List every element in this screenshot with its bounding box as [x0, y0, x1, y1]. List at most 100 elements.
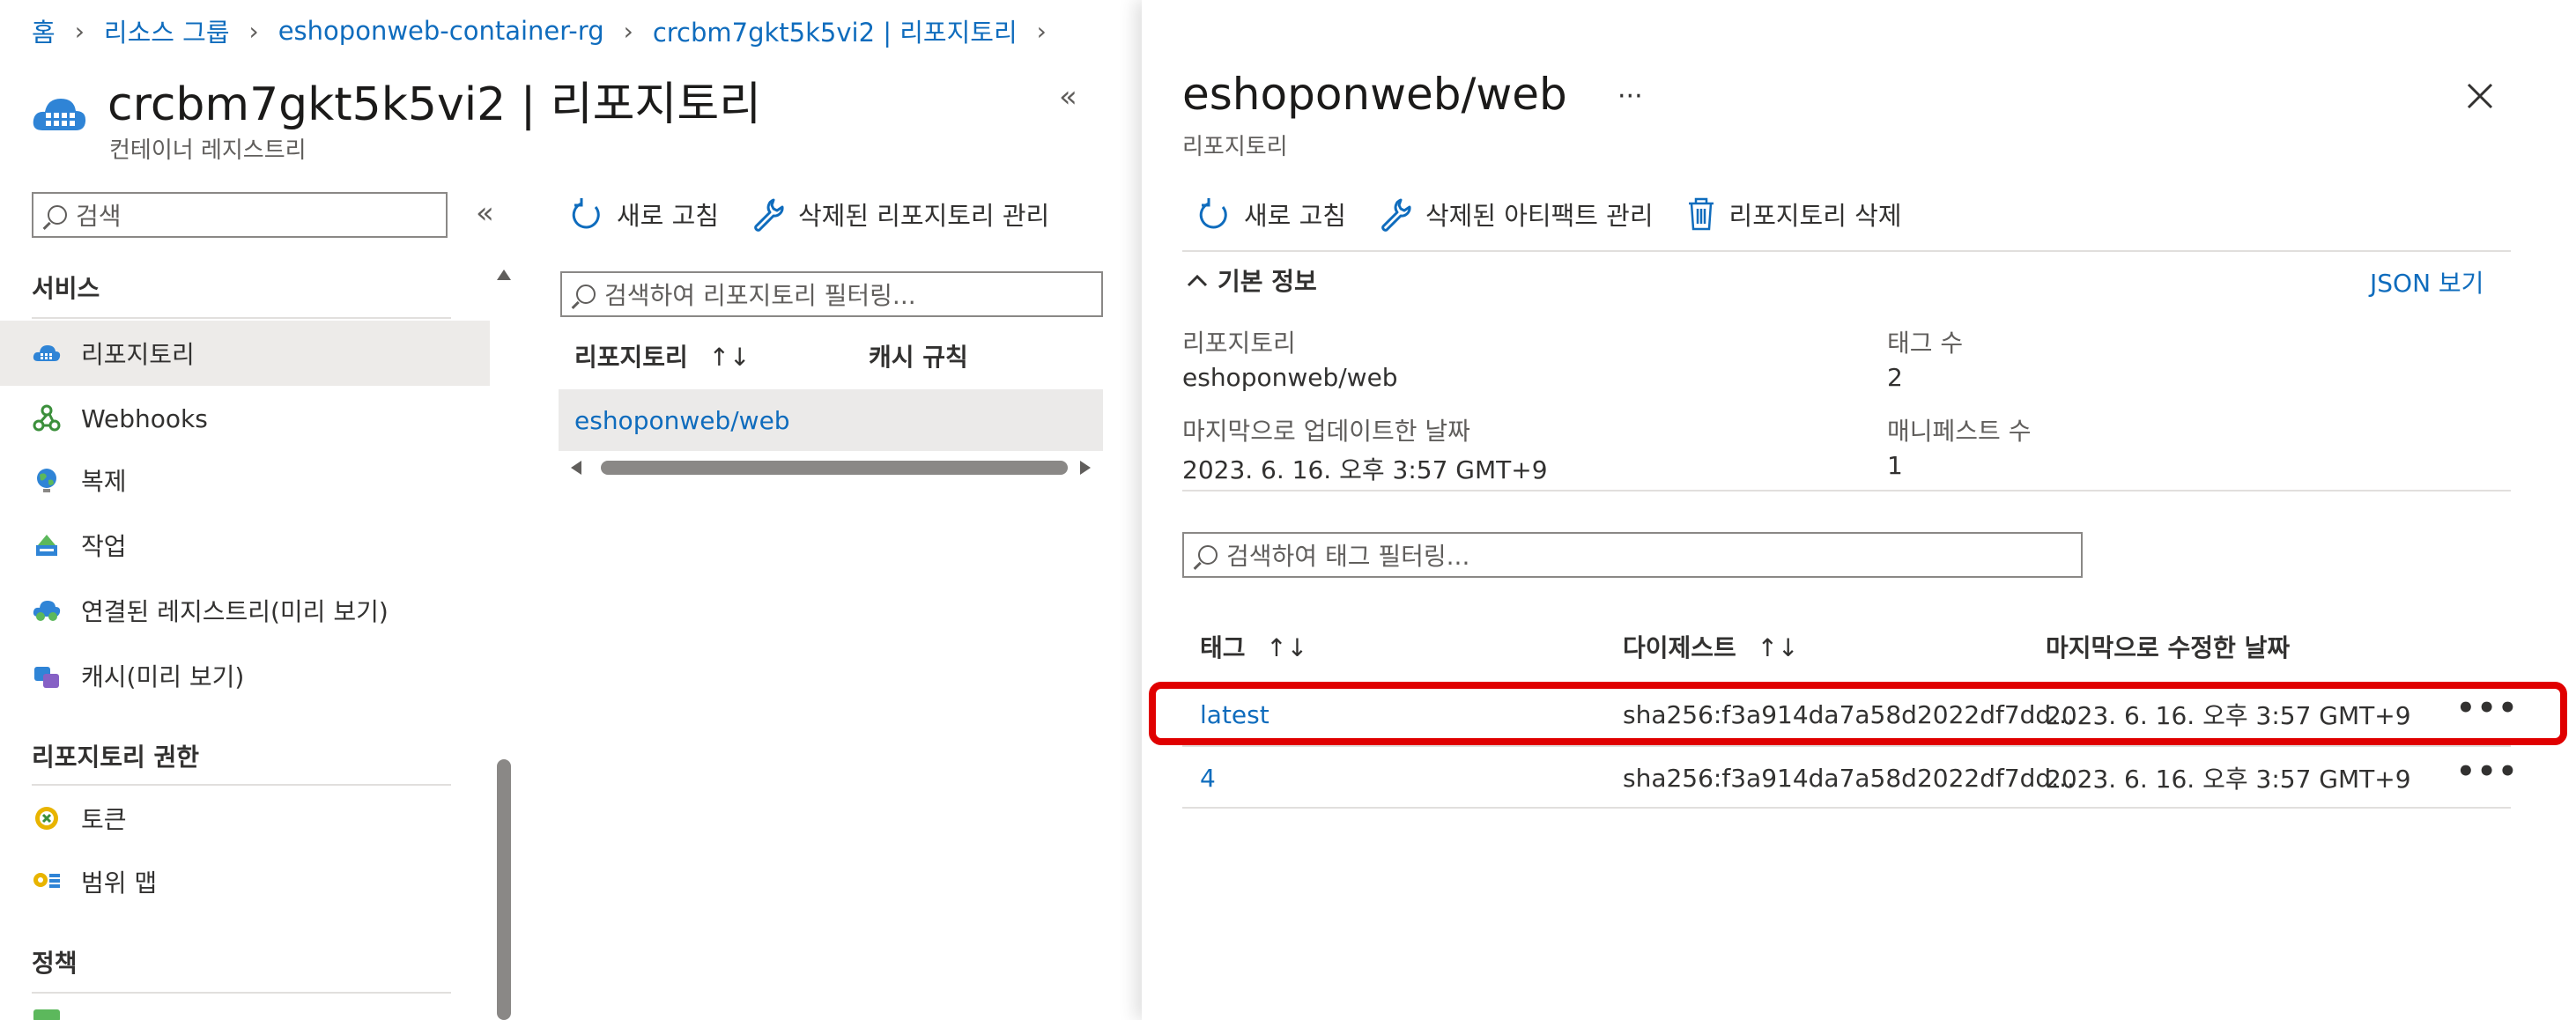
repository-toolbar: 새로 고침 삭제된 리포지토리 관리 [569, 196, 1081, 233]
json-view-link[interactable]: JSON 보기 [2370, 264, 2483, 299]
last-updated-label: 마지막으로 업데이트한 날짜 [1182, 417, 1470, 446]
breadcrumb-resource-group[interactable]: eshoponweb-container-rg [278, 16, 604, 46]
refresh-button[interactable]: 새로 고침 [569, 196, 719, 233]
sidebar-item-connected-registries[interactable]: 연결된 레지스트리(미리 보기) [0, 578, 490, 643]
repository-detail-panel: eshoponweb/web ··· 리포지토리 새로 고침 삭제된 아티팩트 … [1142, 0, 2576, 1020]
page-title: crcbm7gkt5k5vi2 | 리포지토리 [107, 78, 762, 131]
sidebar-item-repositories[interactable]: 리포지토리 [0, 321, 490, 386]
panel-refresh-button[interactable]: 새로 고침 [1196, 196, 1346, 233]
page-subtitle: 컨테이너 레지스트리 [109, 137, 307, 164]
tag-link[interactable]: 4 [1200, 764, 1216, 793]
more-options-icon[interactable]: ••• [2456, 754, 2519, 789]
breadcrumb-current[interactable]: crcbm7gkt5k5vi2 | 리포지토리 [653, 12, 1018, 49]
chevron-up-icon [1187, 274, 1208, 287]
sort-icon[interactable]: ↑↓ [1266, 633, 1307, 662]
column-header-tag[interactable]: 태그 ↑↓ [1200, 629, 1307, 664]
repository-value: eshoponweb/web [1182, 363, 1398, 392]
sidebar-collapse-icon[interactable]: « [476, 196, 494, 231]
horizontal-scrollbar[interactable] [559, 455, 1103, 481]
repository-label: 리포지토리 [1182, 329, 1296, 358]
scroll-up-icon[interactable] [497, 270, 511, 280]
chevron-right-icon: › [623, 16, 633, 46]
delete-repository-button[interactable]: 리포지토리 삭제 [1685, 196, 1902, 233]
more-options-icon[interactable]: ··· [1617, 81, 1643, 112]
sidebar-scrollbar[interactable] [495, 261, 513, 1020]
repository-link[interactable]: eshoponweb/web [574, 406, 790, 435]
sort-icon[interactable]: ↑↓ [1758, 633, 1799, 662]
sidebar-item-webhooks[interactable]: Webhooks [0, 386, 490, 451]
search-icon [576, 285, 596, 304]
last-updated-value: 2023. 6. 16. 오후 3:57 GMT+9 [1182, 455, 1548, 484]
wrench-icon [1381, 198, 1411, 232]
close-icon[interactable] [2465, 81, 2495, 115]
tasks-icon [32, 530, 62, 560]
repository-row[interactable]: eshoponweb/web [559, 389, 1103, 451]
token-icon [32, 803, 62, 833]
cache-icon [32, 661, 62, 691]
panel-toolbar: 새로 고침 삭제된 아티팩트 관리 리포지토리 삭제 [1196, 196, 1934, 233]
sort-icon[interactable]: ↑↓ [709, 343, 751, 372]
sidebar-item-scope-maps[interactable]: 범위 맵 [0, 849, 490, 914]
scrollbar-thumb[interactable] [601, 461, 1068, 475]
section-title-policies: 정책 [32, 949, 78, 978]
column-header-repository[interactable]: 리포지토리 ↑↓ [574, 338, 750, 373]
toolbar-divider [1182, 250, 2511, 252]
column-header-digest[interactable]: 다이제스트 ↑↓ [1623, 629, 1798, 664]
section-title-services: 서비스 [32, 274, 100, 303]
section-divider [32, 317, 451, 319]
sidebar-item-label: 작업 [81, 532, 127, 561]
webhooks-icon [32, 403, 62, 433]
tag-filter-placeholder: 검색하여 태그 필터링... [1226, 542, 1470, 571]
breadcrumb-home[interactable]: 홈 [32, 12, 56, 49]
essentials-toggle[interactable]: 기본 정보 [1186, 262, 1317, 298]
scroll-right-icon[interactable] [1080, 461, 1091, 475]
section-divider [32, 992, 451, 994]
scrollbar-thumb[interactable] [497, 759, 511, 1020]
refresh-label: 새로 고침 [617, 201, 719, 231]
sidebar-item-tokens[interactable]: 토큰 [0, 786, 490, 851]
tag-digest: sha256:f3a914da7a58d2022df7dd... [1623, 763, 2075, 793]
container-cloud-icon [32, 338, 62, 368]
sidebar-item-label: 캐시(미리 보기) [81, 662, 245, 691]
search-icon [1198, 545, 1218, 565]
refresh-label: 새로 고침 [1244, 201, 1346, 231]
sidebar-item-label: 토큰 [81, 805, 127, 834]
row-divider [1182, 807, 2511, 809]
policy-icon [33, 1009, 60, 1020]
section-title-repository-permissions: 리포지토리 권한 [32, 743, 200, 772]
manage-deleted-repositories-button[interactable]: 삭제된 리포지토리 관리 [751, 196, 1049, 233]
chevron-right-icon: › [1036, 16, 1047, 46]
breadcrumb: 홈 › 리소스 그룹 › eshoponweb-container-rg › c… [32, 12, 1066, 49]
scope-map-icon [32, 867, 62, 897]
tag-modified: 2023. 6. 16. 오후 3:57 GMT+9 [2046, 765, 2411, 794]
sidebar-item-cache[interactable]: 캐시(미리 보기) [0, 643, 490, 708]
globe-replication-icon [32, 465, 62, 495]
repository-filter-input[interactable]: 검색하여 리포지토리 필터링... [560, 271, 1103, 317]
tag-filter-input[interactable]: 검색하여 태그 필터링... [1182, 532, 2083, 578]
double-chevron-left-icon[interactable]: « [1059, 79, 1077, 115]
repository-filter-placeholder: 검색하여 리포지토리 필터링... [604, 281, 916, 310]
manifest-count-label: 매니페스트 수 [1887, 417, 2032, 446]
tag-row[interactable]: 4 sha256:f3a914da7a58d2022df7dd... 2023.… [1182, 747, 2517, 809]
breadcrumb-resource-groups[interactable]: 리소스 그룹 [104, 12, 230, 49]
manage-deleted-artifacts-label: 삭제된 아티팩트 관리 [1425, 201, 1654, 231]
refresh-icon [572, 198, 600, 229]
column-header-cache-rule[interactable]: 캐시 규칙 [869, 338, 968, 373]
wrench-icon [754, 198, 784, 232]
chevron-right-icon: › [74, 16, 85, 46]
sidebar-item-replication[interactable]: 복제 [0, 447, 490, 513]
manage-deleted-artifacts-button[interactable]: 삭제된 아티팩트 관리 [1378, 196, 1654, 233]
sidebar-item-tasks[interactable]: 작업 [0, 513, 490, 578]
sidebar-item-label: 복제 [81, 467, 127, 496]
sidebar-search-input[interactable]: 검색 [32, 192, 448, 238]
tag-count-value: 2 [1887, 363, 1903, 392]
manifest-count-value: 1 [1887, 451, 1903, 480]
connected-registry-icon [32, 595, 62, 625]
delete-repository-label: 리포지토리 삭제 [1728, 201, 1902, 231]
sidebar-item-label: Webhooks [81, 403, 208, 433]
column-header-last-modified[interactable]: 마지막으로 수정한 날짜 [2046, 629, 2290, 664]
sidebar-item-label: 범위 맵 [81, 868, 158, 898]
scroll-left-icon[interactable] [571, 461, 581, 475]
essentials-divider [1182, 490, 2511, 492]
search-icon [48, 205, 67, 225]
